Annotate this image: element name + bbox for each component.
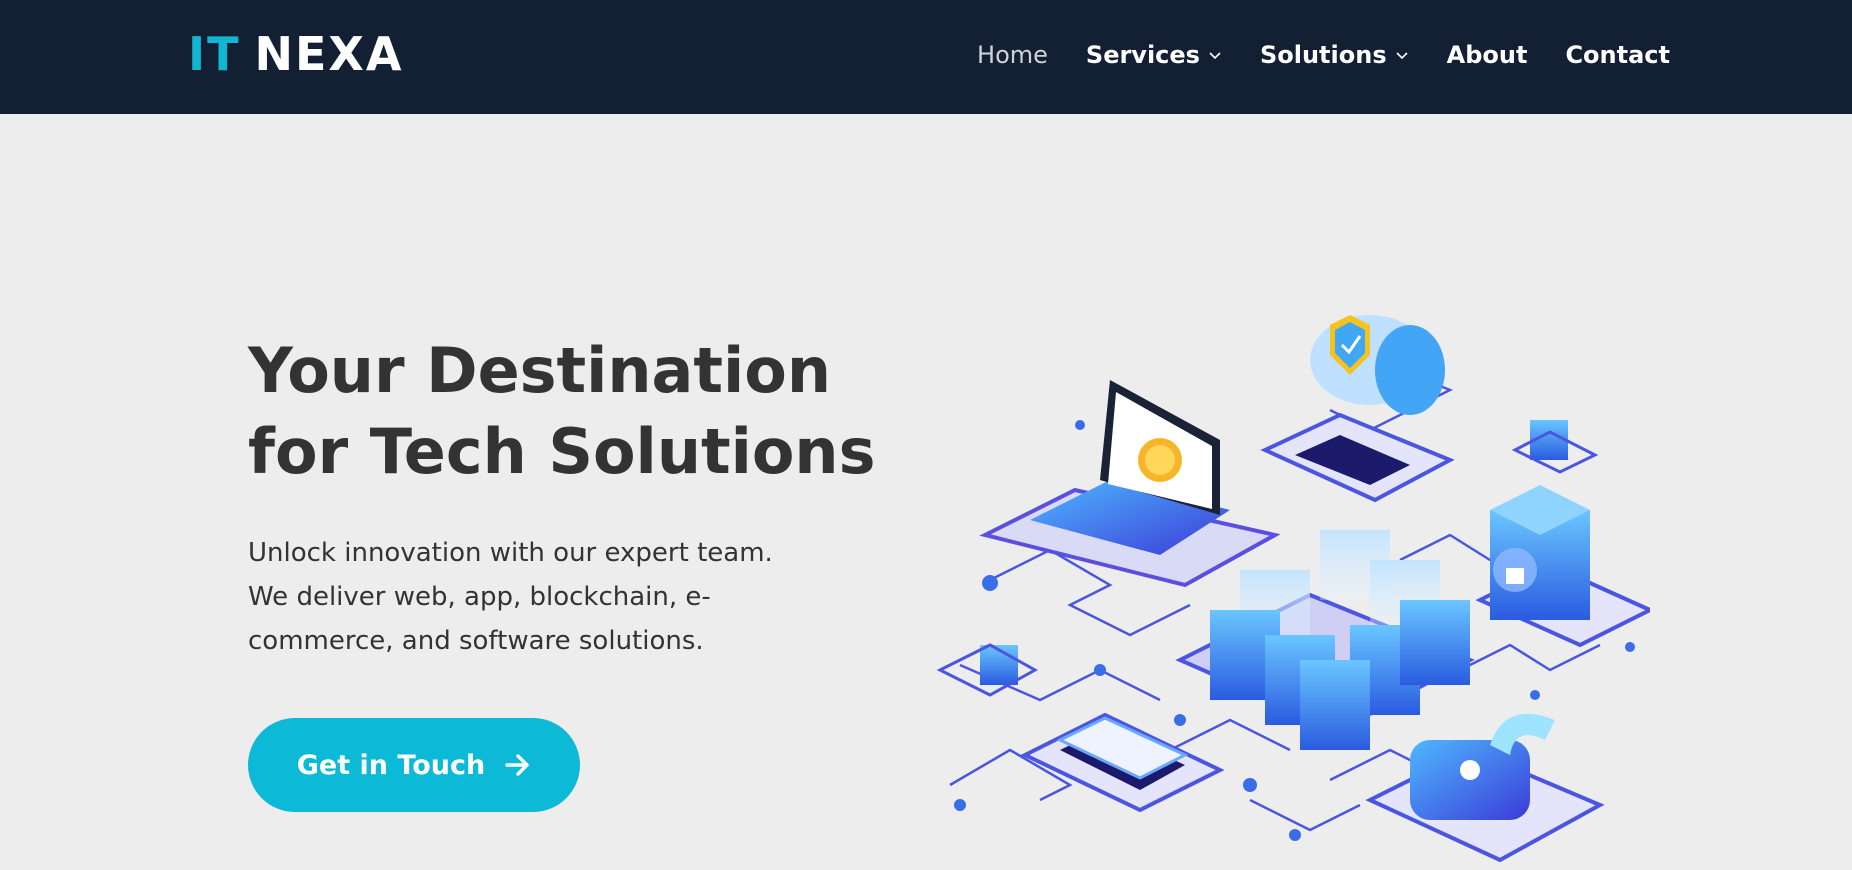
chevron-down-icon bbox=[1209, 52, 1221, 60]
site-logo[interactable]: IT NEXA bbox=[188, 30, 404, 78]
main-nav: Home Services Solutions About Contact bbox=[939, 0, 1670, 110]
nav-solutions[interactable]: Solutions bbox=[1260, 41, 1409, 69]
hero-subtitle: Unlock innovation with our expert team. … bbox=[248, 531, 808, 663]
hero-title-line2: for Tech Solutions bbox=[248, 415, 876, 488]
nav-solutions-label: Solutions bbox=[1259, 41, 1387, 69]
get-in-touch-button[interactable]: Get in Touch bbox=[248, 718, 580, 812]
nav-contact-label: Contact bbox=[1565, 41, 1670, 69]
chevron-down-icon bbox=[1396, 52, 1408, 60]
nav-services-label: Services bbox=[1085, 41, 1200, 69]
nav-about[interactable]: About bbox=[1447, 41, 1528, 69]
nav-home[interactable]: Home bbox=[977, 41, 1048, 69]
hero-subtitle-line3: commerce, and software solutions. bbox=[248, 626, 704, 656]
logo-nexa: NEXA bbox=[254, 27, 404, 81]
hero-subtitle-line1: Unlock innovation with our expert team. bbox=[248, 538, 773, 568]
arrow-right-icon bbox=[505, 754, 529, 776]
hero-title-line1: Your Destination bbox=[248, 334, 832, 407]
nav-services[interactable]: Services bbox=[1086, 41, 1222, 69]
hero-subtitle-line2: We deliver web, app, blockchain, e- bbox=[248, 582, 711, 612]
logo-it: IT bbox=[188, 27, 241, 81]
hero-title: Your Destination for Tech Solutions bbox=[248, 330, 888, 492]
nav-home-label: Home bbox=[977, 41, 1048, 69]
navbar: IT NEXA Home Services Solutions About Co… bbox=[0, 0, 1852, 114]
nav-contact[interactable]: Contact bbox=[1565, 41, 1670, 69]
get-in-touch-label: Get in Touch bbox=[296, 749, 486, 781]
tech-network-illustration bbox=[936, 315, 1650, 863]
nav-about-label: About bbox=[1446, 41, 1528, 69]
